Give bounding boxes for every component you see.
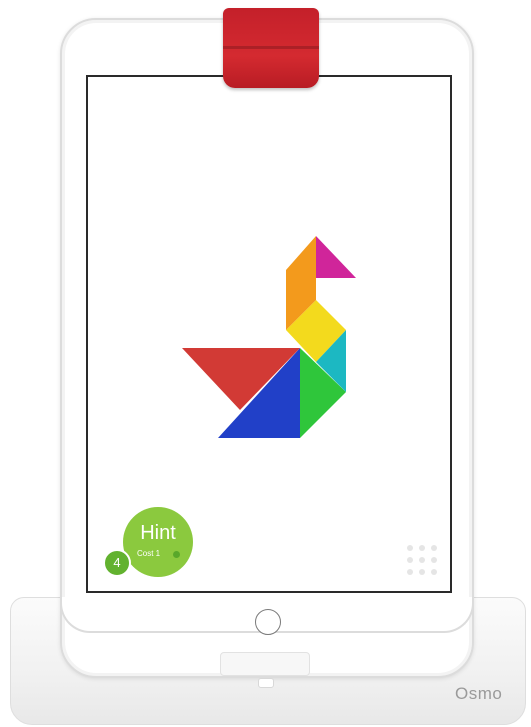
grid-dot bbox=[407, 569, 413, 575]
hint-coin-icon bbox=[173, 551, 180, 558]
grid-dot bbox=[407, 545, 413, 551]
grid-dot bbox=[431, 545, 437, 551]
grid-dot bbox=[419, 557, 425, 563]
base-notch bbox=[220, 652, 310, 676]
grid-menu-icon[interactable] bbox=[407, 545, 439, 577]
grid-dot bbox=[431, 557, 437, 563]
grid-dot bbox=[431, 569, 437, 575]
base-connector bbox=[258, 678, 274, 688]
reflector-clip bbox=[223, 8, 319, 88]
home-button[interactable] bbox=[255, 609, 281, 635]
osmo-logo-text: Osmo bbox=[455, 684, 503, 703]
grid-dot bbox=[419, 569, 425, 575]
grid-dot bbox=[407, 557, 413, 563]
hint-button[interactable]: Hint Cost 1 bbox=[123, 507, 193, 577]
hint-label: Hint bbox=[140, 522, 176, 544]
grid-dot bbox=[419, 545, 425, 551]
hint-cost-label: Cost 1 bbox=[137, 549, 161, 558]
osmo-tangram-screen: Hint Cost 1 4 Osmo bbox=[0, 0, 531, 727]
hint-count-badge: 4 bbox=[103, 549, 131, 577]
clip-hinge bbox=[223, 46, 319, 49]
